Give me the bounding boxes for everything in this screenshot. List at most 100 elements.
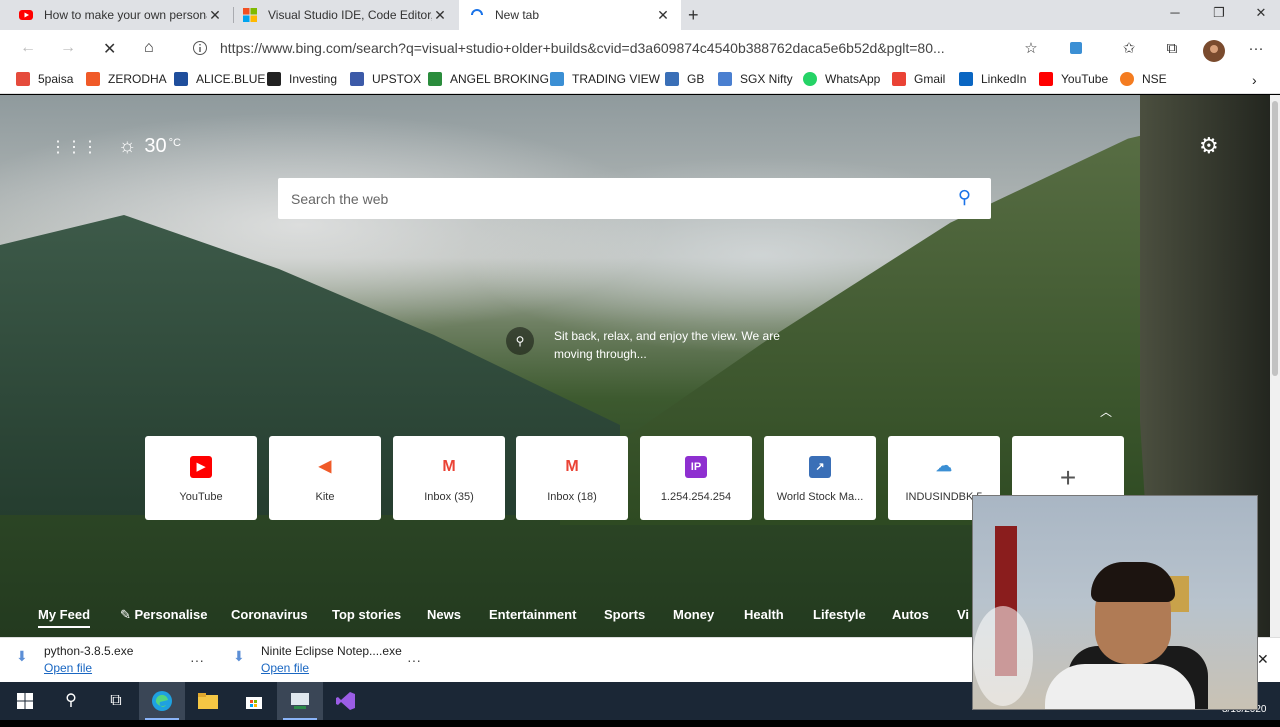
feed-tab-autos[interactable]: Autos (892, 607, 929, 622)
feed-tab-my-feed[interactable]: My Feed (38, 607, 91, 628)
feed-tab-sports[interactable]: Sports (604, 607, 645, 622)
gmail-icon: M (438, 456, 460, 478)
feed-tab-health[interactable]: Health (744, 607, 784, 622)
download-more-icon[interactable]: ··· (190, 652, 204, 668)
installer-icon: ⬇ (233, 648, 245, 664)
stop-loading-button[interactable]: ✕ (103, 39, 116, 59)
store-icon[interactable] (231, 682, 277, 720)
quick-link-inbox-35[interactable]: M Inbox (35) (393, 436, 505, 520)
quick-link-kite[interactable]: ◀ Kite (269, 436, 381, 520)
taskbar-search-icon[interactable]: ⚲ (48, 682, 94, 720)
forward-button[interactable]: → (60, 39, 76, 57)
download-item-python[interactable]: ⬇ python-3.8.5.exe Open file ··· (16, 644, 216, 675)
visual-studio-icon[interactable] (323, 682, 369, 720)
bookmark-upstox[interactable]: UPSTOX (350, 72, 421, 86)
feed-tab-lifestyle[interactable]: Lifestyle (813, 607, 866, 622)
settings-gear-icon[interactable]: ⚙ (1199, 133, 1219, 159)
weather-widget[interactable]: ⋮⋮⋮ ☼ 30 °C (50, 135, 181, 158)
home-button[interactable]: ⌂ (144, 39, 154, 57)
restore-button[interactable]: ❐ (1196, 0, 1242, 30)
web-search-box[interactable]: ⚲ (278, 178, 991, 219)
bookmark-whatsapp[interactable]: WhatsApp (803, 72, 880, 86)
info-icon[interactable] (192, 40, 208, 56)
webcam-person-shirt (1045, 664, 1195, 709)
bookmark-label: WhatsApp (825, 72, 881, 86)
feed-tab-money[interactable]: Money (673, 607, 714, 622)
quick-link-ip[interactable]: IP 1.254.254.254 (640, 436, 752, 520)
address-bar[interactable]: https://www.bing.com/search?q=visual+stu… (180, 34, 1050, 62)
page-scrollbar[interactable] (1270, 95, 1280, 637)
feed-tab-top-stories[interactable]: Top stories (332, 607, 401, 622)
webcam-fan (973, 606, 1033, 706)
edge-browser-icon[interactable] (139, 682, 185, 720)
bookmark-favicon-icon (1039, 72, 1053, 86)
favorites-list-icon[interactable]: ✩ (1120, 40, 1138, 58)
bookmark-trading-view[interactable]: TRADING VIEW (550, 72, 660, 86)
bookmarks-overflow-chevron-icon[interactable]: › (1252, 72, 1257, 88)
close-tab-icon[interactable]: ✕ (432, 7, 448, 24)
bookmark-angel-broking[interactable]: ANGEL BROKING (428, 72, 549, 86)
extension-icon[interactable] (1067, 40, 1085, 58)
feed-tab-personalise[interactable]: ✎ Personalise (120, 607, 208, 623)
tab-visual-studio[interactable]: Visual Studio IDE, Code Editor, A ✕ (234, 0, 458, 30)
bookmark-sgx-nifty[interactable]: SGX Nifty (718, 72, 793, 86)
profile-avatar-icon[interactable] (1203, 40, 1225, 62)
feed-tab-coronavirus[interactable]: Coronavirus (231, 607, 308, 622)
task-view-icon[interactable]: ⧉ (93, 682, 139, 720)
quick-link-inbox-18[interactable]: M Inbox (18) (516, 436, 628, 520)
minimize-button[interactable]: ─ (1152, 0, 1198, 30)
bookmark-label: LinkedIn (981, 72, 1027, 86)
search-input[interactable] (291, 190, 931, 207)
quick-link-label: Inbox (18) (547, 491, 597, 503)
download-item-ninite[interactable]: ⬇ Ninite Eclipse Notep....exe Open file … (233, 644, 433, 675)
quick-link-world-stock[interactable]: ↗ World Stock Ma... (764, 436, 876, 520)
bookmark-5paisa[interactable]: 5paisa (16, 72, 73, 86)
back-button[interactable]: ← (20, 39, 36, 57)
search-icon[interactable]: ⚲ (958, 187, 971, 208)
chart-icon: ↗ (809, 456, 831, 478)
open-file-link[interactable]: Open file (261, 661, 402, 675)
collections-icon[interactable]: ⧉ (1163, 40, 1181, 58)
feed-tab-news[interactable]: News (427, 607, 461, 622)
bookmark-investing[interactable]: Investing (267, 72, 337, 86)
image-caption[interactable]: ⚲ Sit back, relax, and enjoy the view. W… (506, 327, 784, 363)
open-file-link[interactable]: Open file (44, 661, 133, 675)
youtube-icon (19, 10, 33, 20)
bookmark-linkedin[interactable]: LinkedIn (959, 72, 1026, 86)
close-downloads-icon[interactable]: ✕ (1257, 651, 1269, 668)
favorite-star-icon[interactable]: ☆ (1022, 40, 1040, 58)
quick-link-youtube[interactable]: ▶ YouTube (145, 436, 257, 520)
windows-start-icon[interactable] (2, 682, 48, 720)
new-tab-button[interactable]: + (688, 5, 699, 26)
bookmark-nse[interactable]: NSE (1120, 72, 1167, 86)
visual-search-icon[interactable]: ⚲ (506, 327, 534, 355)
tab-title: How to make your own personal (44, 8, 207, 22)
close-tab-icon[interactable]: ✕ (655, 7, 671, 24)
file-explorer-icon[interactable] (185, 682, 231, 720)
bookmark-label: UPSTOX (372, 72, 422, 86)
pencil-icon: ✎ (120, 607, 135, 622)
close-tab-icon[interactable]: ✕ (207, 7, 223, 24)
image-caption-text: Sit back, relax, and enjoy the view. We … (554, 329, 780, 361)
webcam-person-hair (1091, 562, 1175, 602)
bookmark-youtube[interactable]: YouTube (1039, 72, 1108, 86)
more-menu-icon[interactable]: ··· (1247, 40, 1265, 58)
tab-new-tab[interactable]: New tab ✕ (459, 0, 681, 30)
collapse-chevron-icon[interactable]: ︿ (1100, 403, 1112, 420)
plus-icon: + (1059, 462, 1077, 493)
download-more-icon[interactable]: ··· (407, 652, 421, 668)
scrollbar-thumb[interactable] (1272, 101, 1278, 376)
bookmark-zerodha[interactable]: ZERODHA (86, 72, 167, 86)
bookmark-favicon-icon (550, 72, 564, 86)
bookmark-gb[interactable]: GB (665, 72, 704, 86)
feed-tab-video[interactable]: Vi (957, 607, 969, 622)
tab-title: Visual Studio IDE, Code Editor, A (268, 8, 432, 22)
tab-youtube[interactable]: How to make your own personal ✕ (0, 0, 233, 30)
installer-app-icon[interactable] (277, 682, 323, 720)
download-filename: python-3.8.5.exe (44, 644, 134, 658)
bookmark-aliceblue[interactable]: ALICE.BLUE (174, 72, 265, 86)
close-window-button[interactable]: ✕ (1238, 0, 1280, 30)
feed-tab-entertainment[interactable]: Entertainment (489, 607, 576, 622)
bookmark-gmail[interactable]: Gmail (892, 72, 945, 86)
app-launcher-grid-icon[interactable]: ⋮⋮⋮ (50, 137, 98, 157)
